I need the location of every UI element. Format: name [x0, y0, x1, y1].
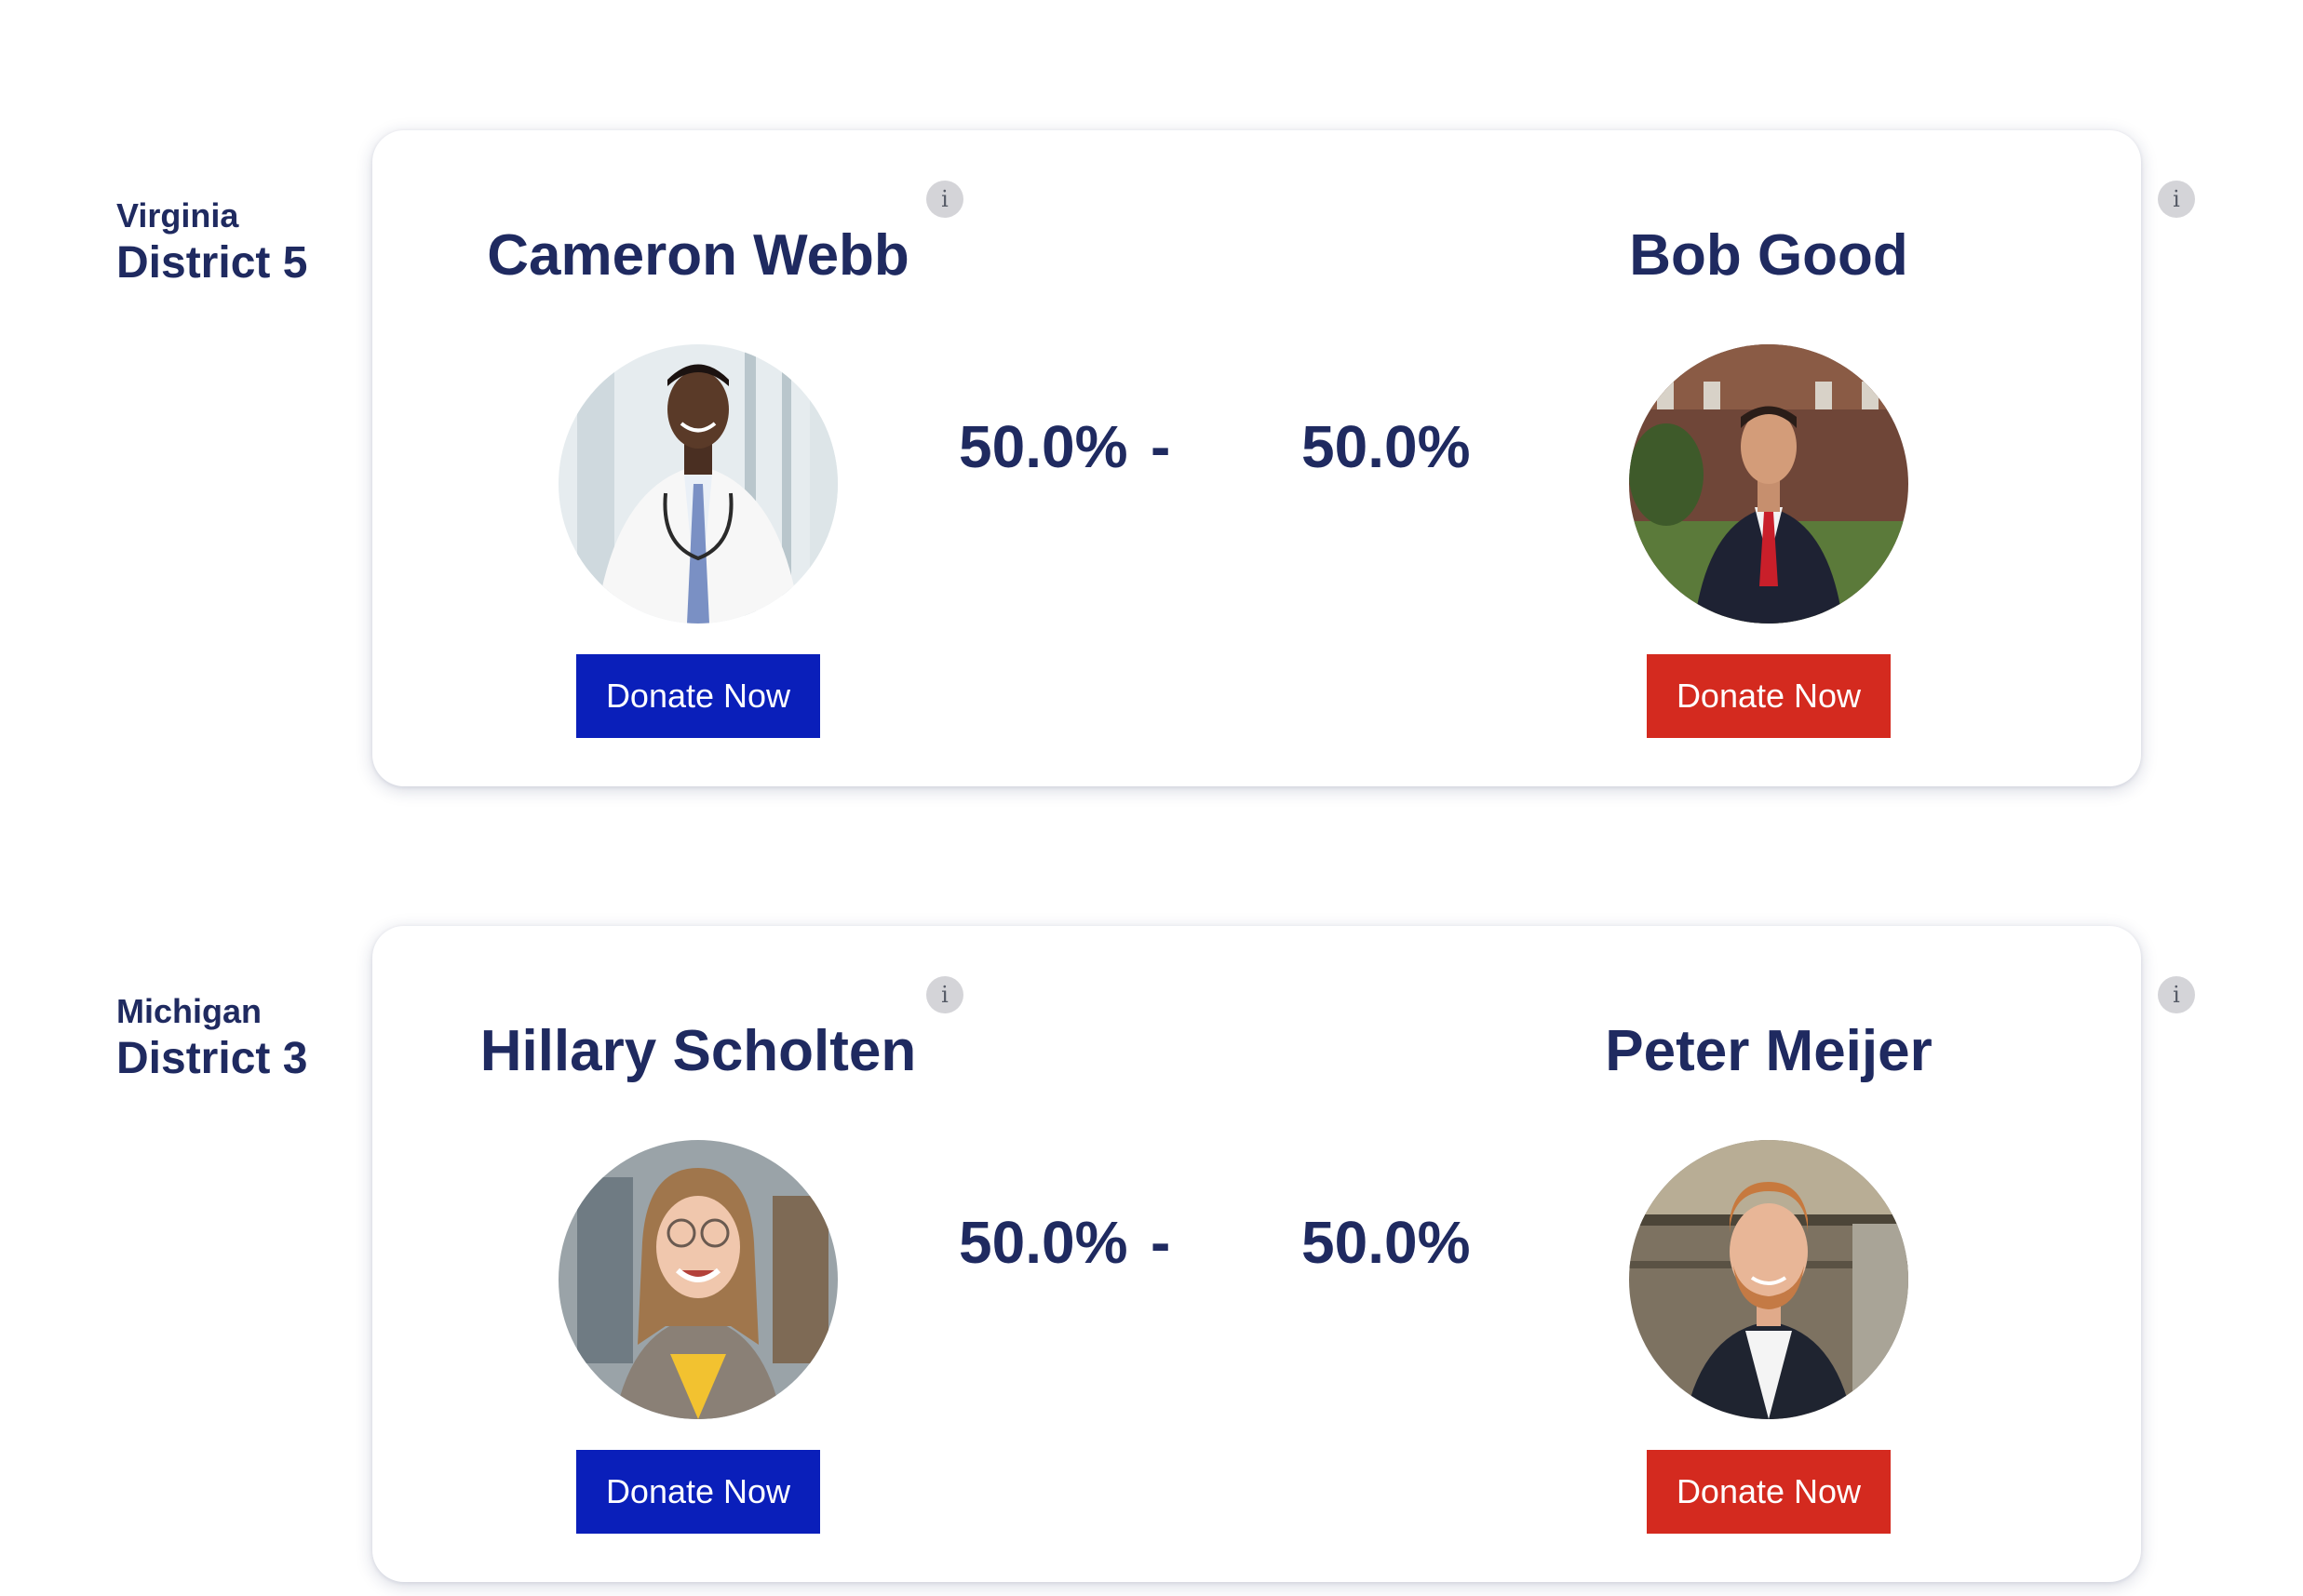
candidate-name: Bob Good — [1629, 223, 1908, 288]
suit-portrait-image — [1629, 344, 1908, 624]
race-michigan-district-3: Michigan District 3 i Hillary Scholten D… — [0, 926, 2303, 1596]
donate-button[interactable]: Donate Now — [576, 1450, 820, 1534]
race-card: i Cameron Webb Donate Now 50.0% - 50.0% … — [372, 130, 2195, 786]
donate-button[interactable]: Donate Now — [1647, 654, 1891, 738]
race-location: Virginia District 5 — [116, 195, 307, 290]
republican-candidate: i Bob Good Donate Now — [1443, 130, 2195, 786]
donate-button[interactable]: Donate Now — [576, 654, 820, 738]
info-icon[interactable]: i — [926, 181, 963, 218]
man-portrait-image — [1629, 1140, 1908, 1419]
candidate-name: Hillary Scholten — [479, 1019, 917, 1083]
info-icon[interactable]: i — [926, 976, 963, 1013]
democrat-percent: 50.0% — [959, 1209, 1128, 1276]
republican-candidate: i Peter Meijer Donate Now — [1443, 926, 2195, 1582]
candidate-photo — [1629, 1140, 1908, 1419]
democrat-candidate: i Hillary Scholten Donate Now — [372, 926, 1024, 1582]
race-card: i Hillary Scholten Donate Now 50.0% - 50… — [372, 926, 2195, 1582]
donate-button[interactable]: Donate Now — [1647, 1450, 1891, 1534]
score-separator: - — [1151, 413, 1171, 480]
candidate-photo — [1629, 344, 1908, 624]
democrat-candidate: i Cameron Webb Donate Now — [372, 130, 1024, 786]
candidate-photo — [559, 1140, 838, 1419]
race-virginia-district-5: Virginia District 5 i Cameron Webb Donat… — [0, 130, 2303, 800]
info-icon[interactable]: i — [2158, 976, 2195, 1013]
district-name: District 5 — [116, 238, 308, 288]
candidate-photo — [559, 344, 838, 624]
district-name: District 3 — [116, 1034, 308, 1083]
state-name: Virginia — [116, 196, 239, 235]
woman-portrait-image — [559, 1140, 838, 1419]
info-icon[interactable]: i — [2158, 181, 2195, 218]
doctor-portrait-image — [559, 344, 838, 624]
candidate-name: Peter Meijer — [1605, 1019, 1933, 1083]
state-name: Michigan — [116, 992, 263, 1030]
democrat-percent: 50.0% — [959, 413, 1128, 480]
score-separator: - — [1151, 1209, 1171, 1276]
candidate-name: Cameron Webb — [487, 223, 909, 288]
race-location: Michigan District 3 — [116, 991, 307, 1086]
